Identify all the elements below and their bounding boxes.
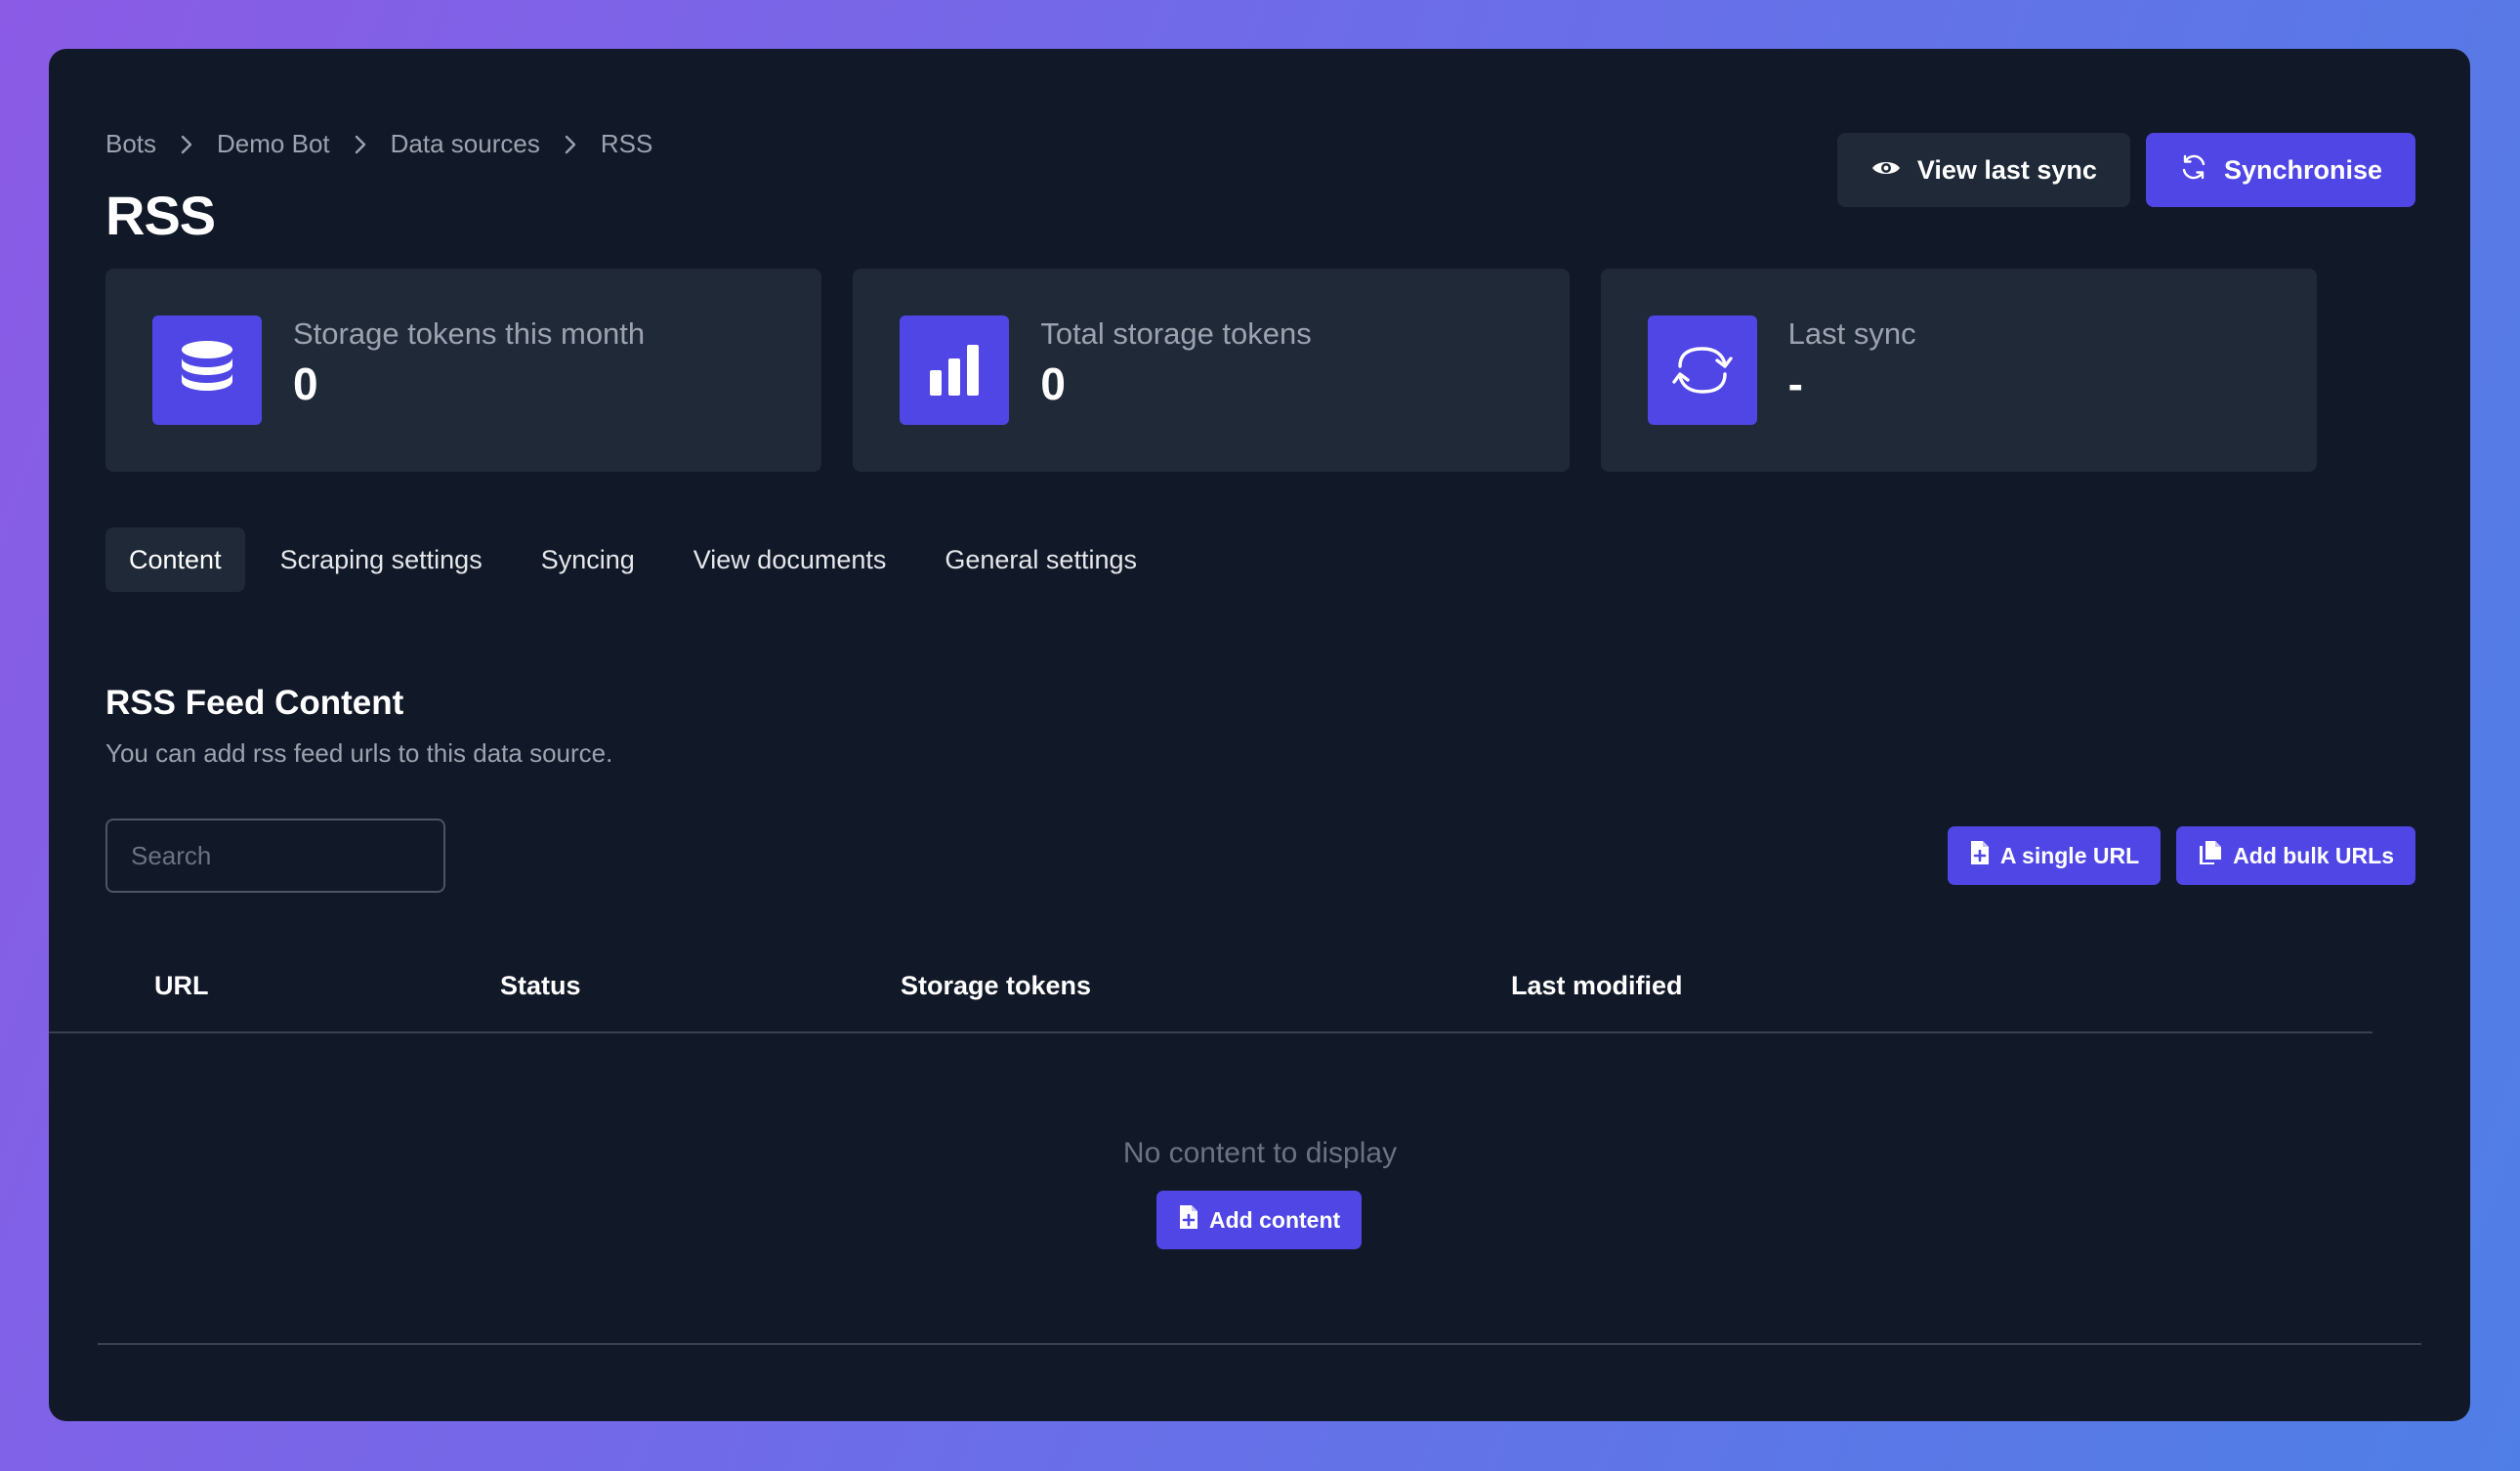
url-actions: A single URL Add bulk URLs <box>1947 826 2415 885</box>
empty-state-message: No content to display <box>1122 1137 1398 1169</box>
chevron-right-icon <box>564 134 577 155</box>
view-last-sync-button[interactable]: View last sync <box>1836 133 2130 207</box>
column-header-url[interactable]: URL <box>154 971 209 1001</box>
stat-value: 0 <box>1040 358 1066 409</box>
breadcrumb-item-data-sources[interactable]: Data sources <box>391 129 540 159</box>
table-bottom-divider <box>98 1343 2421 1345</box>
add-single-url-label: A single URL <box>1999 842 2140 868</box>
stat-card-storage-month: Storage tokens this month 0 <box>105 269 822 472</box>
header-actions: View last sync Synchronise <box>1836 133 2415 207</box>
column-header-status[interactable]: Status <box>500 971 581 1001</box>
search-input[interactable] <box>105 819 445 893</box>
file-plus-icon <box>1969 839 1991 872</box>
sync-icon <box>1647 315 1757 425</box>
chevron-right-icon <box>354 134 367 155</box>
stat-label: Last sync <box>1787 316 1916 351</box>
stat-card-last-sync: Last sync - <box>1600 269 2317 472</box>
synchronise-button[interactable]: Synchronise <box>2145 133 2415 207</box>
tab-syncing[interactable]: Syncing <box>518 527 658 592</box>
files-icon <box>2198 839 2223 872</box>
stat-label: Storage tokens this month <box>293 316 646 351</box>
view-last-sync-label: View last sync <box>1916 154 2097 185</box>
add-single-url-button[interactable]: A single URL <box>1947 826 2162 885</box>
database-icon <box>152 315 262 425</box>
tab-bar: Content Scraping settings Syncing View d… <box>105 527 1160 592</box>
add-bulk-urls-button[interactable]: Add bulk URLs <box>2176 826 2415 885</box>
breadcrumb-item-demo-bot[interactable]: Demo Bot <box>217 129 330 159</box>
breadcrumb: Bots Demo Bot Data sources RSS <box>105 129 652 159</box>
table-header: URL Status Storage tokens Last modified <box>49 947 2373 1033</box>
tab-content[interactable]: Content <box>105 527 245 592</box>
section-title: RSS Feed Content <box>105 684 404 722</box>
tab-general-settings[interactable]: General settings <box>921 527 1160 592</box>
stat-value: 0 <box>293 358 318 409</box>
stat-label: Total storage tokens <box>1040 316 1312 351</box>
bar-chart-icon <box>900 315 1010 425</box>
refresh-icon <box>2179 152 2208 189</box>
chevron-right-icon <box>180 134 193 155</box>
synchronise-label: Synchronise <box>2223 154 2382 185</box>
column-header-last-modified[interactable]: Last modified <box>1511 971 1683 1001</box>
page-title: RSS <box>105 185 216 246</box>
breadcrumb-item-bots[interactable]: Bots <box>105 129 156 159</box>
add-bulk-urls-label: Add bulk URLs <box>2233 842 2394 868</box>
add-content-label: Add content <box>1209 1206 1341 1233</box>
column-header-storage-tokens[interactable]: Storage tokens <box>901 971 1091 1001</box>
stat-card-total-storage: Total storage tokens 0 <box>853 269 1570 472</box>
section-description: You can add rss feed urls to this data s… <box>105 738 613 768</box>
tab-view-documents[interactable]: View documents <box>670 527 910 592</box>
file-plus-icon <box>1178 1203 1199 1237</box>
breadcrumb-item-rss: RSS <box>600 129 653 158</box>
add-content-button[interactable]: Add content <box>1156 1191 1363 1249</box>
stat-value: - <box>1787 358 1803 409</box>
tab-scraping-settings[interactable]: Scraping settings <box>257 527 506 592</box>
eye-icon <box>1870 155 1902 186</box>
stats-row: Storage tokens this month 0 Total storag… <box>105 269 2317 472</box>
